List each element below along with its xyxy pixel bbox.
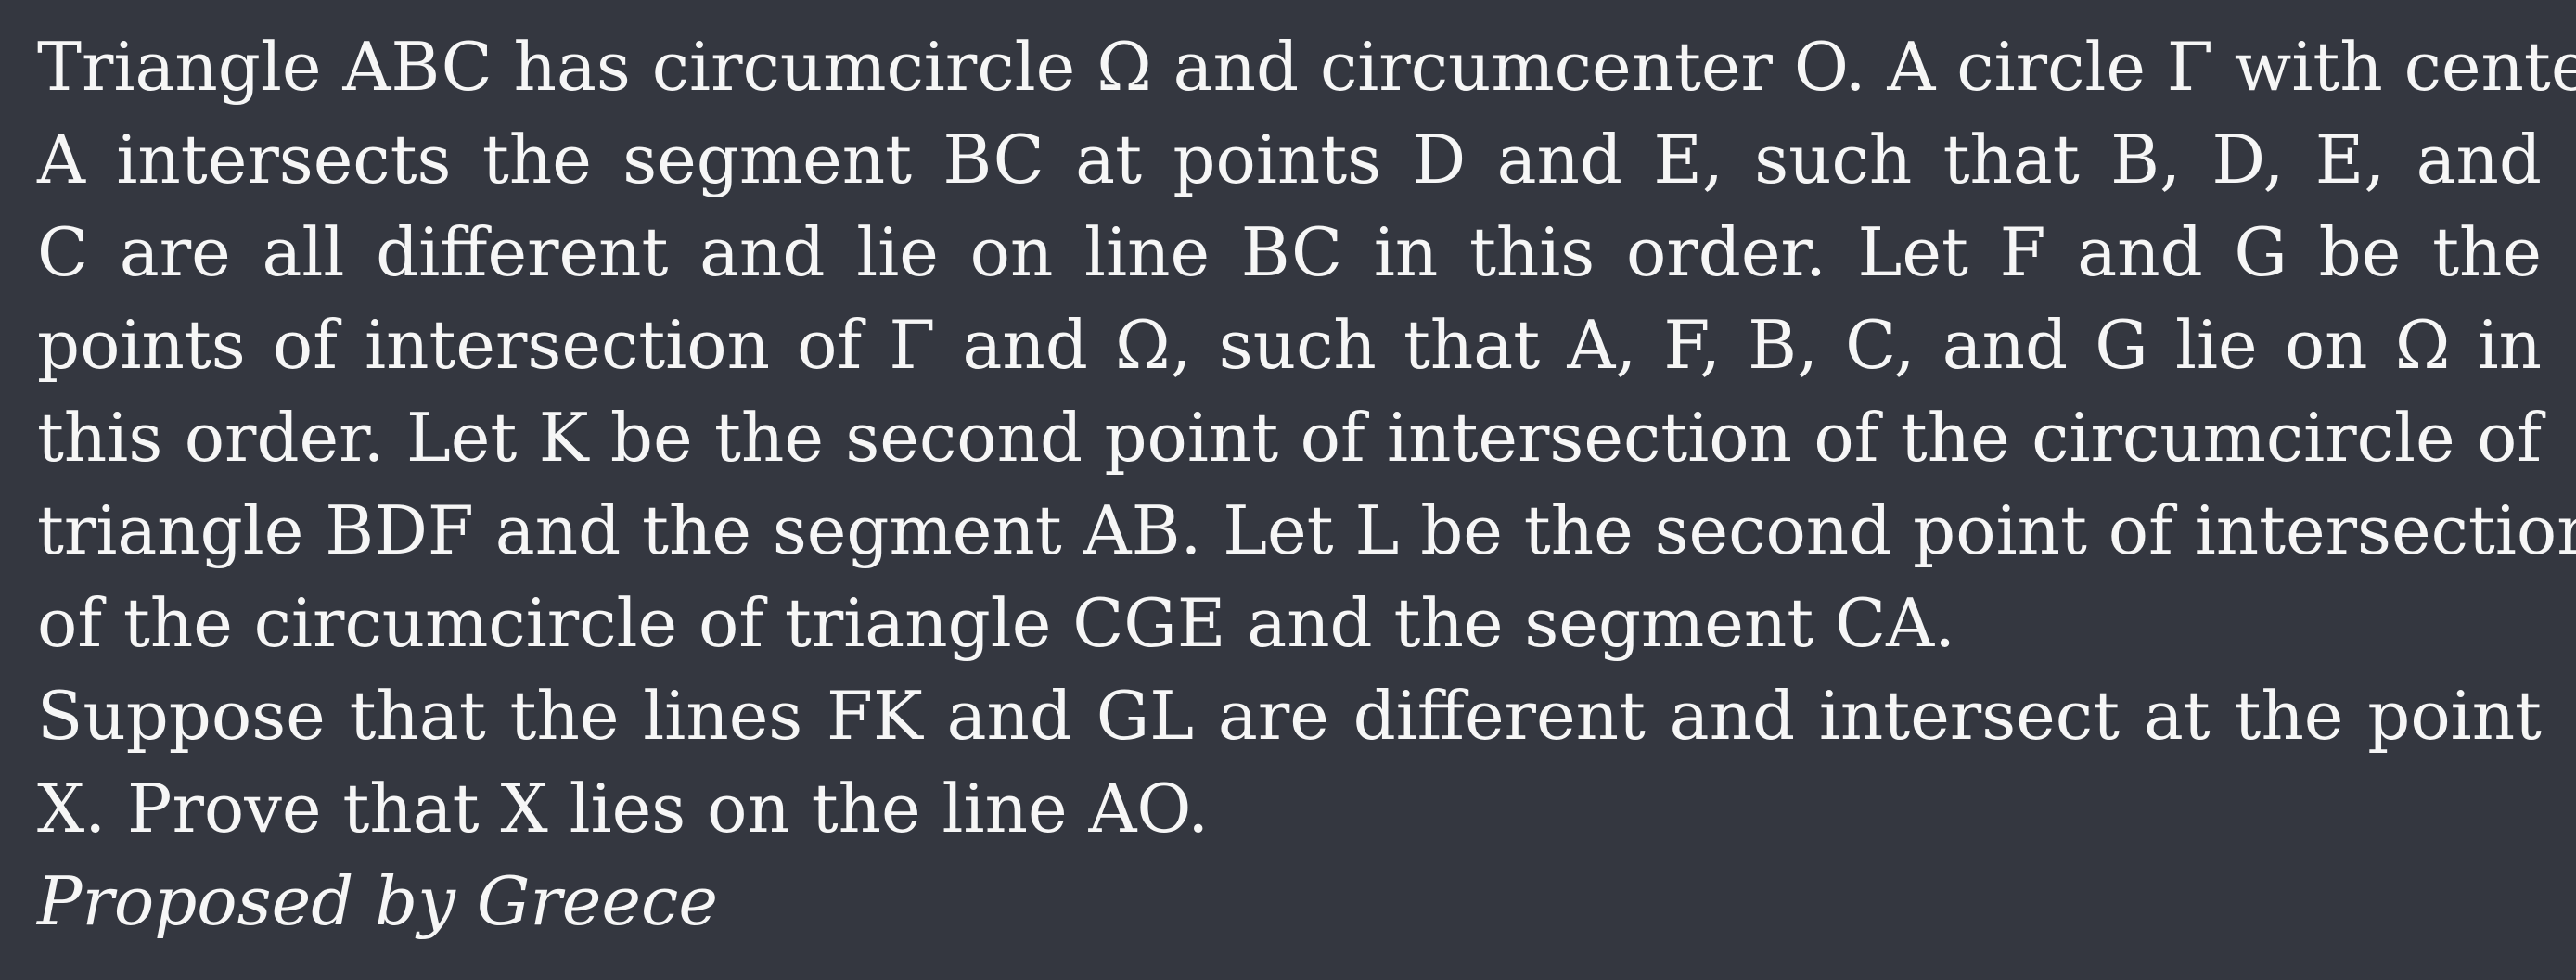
text-line: Triangle ABC has circumcircle Ω and circ… xyxy=(37,28,2576,106)
text-line: C are all different and lie on line BC i… xyxy=(37,213,2542,291)
problem-paragraph-1: Triangle ABC has circumcircle Ω and circ… xyxy=(37,20,2576,669)
text-line: points of intersection of Γ and Ω, such … xyxy=(37,306,2542,384)
text-line: this order. Let K be the second point of… xyxy=(37,399,2542,477)
text-line: of the circumcircle of triangle CGE and … xyxy=(37,584,1956,662)
problem-statement: Triangle ABC has circumcircle Ω and circ… xyxy=(37,20,2576,948)
text-line: X. Prove that X lies on the line AO. xyxy=(37,770,1210,847)
text-line: triangle BDF and the segment AB. Let L b… xyxy=(37,491,2576,569)
text-line: A intersects the segment BC at points D … xyxy=(37,121,2542,198)
problem-paragraph-2: Suppose that the lines FK and GL are dif… xyxy=(37,669,2542,855)
text-line: Suppose that the lines FK and GL are dif… xyxy=(37,677,2542,755)
attribution: Proposed by Greece xyxy=(37,862,718,940)
